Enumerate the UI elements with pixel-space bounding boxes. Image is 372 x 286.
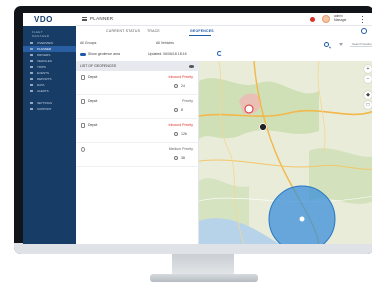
sidebar-item-label: REPORTS: [37, 77, 52, 81]
sidebar-item-alerts[interactable]: ALERTS: [23, 88, 76, 94]
gear-icon[interactable]: [361, 28, 367, 34]
clock-icon: [174, 84, 178, 88]
clock-icon: [174, 108, 178, 112]
geofence-center-marker[interactable]: [299, 216, 305, 222]
zoom-out-icon[interactable]: −: [364, 75, 372, 83]
geofence-name: Depot: [88, 75, 98, 79]
show-geofence-toggle[interactable]: [80, 53, 86, 56]
sidebar-item-label: PLANNER: [37, 47, 52, 51]
geofence-name: Depot: [88, 123, 98, 127]
drivers-icon: [30, 54, 33, 56]
search-input[interactable]: [350, 41, 372, 47]
sidebar-item-label: EVENTS: [37, 71, 50, 75]
geofence-name: Depot: [88, 99, 98, 103]
sidebar-item-label: ALERTS: [37, 89, 49, 93]
tab-bar: CURRENT STATUS TRACE GEOFENCES: [76, 27, 372, 36]
vdo-logo[interactable]: VDO: [23, 13, 76, 26]
geofence-count: 38: [181, 156, 185, 160]
top-bar: VDO PLANNER admin Manager: [23, 13, 372, 26]
sidebar-item-label: TRIPS: [37, 65, 46, 69]
geofence-doc-icon: [81, 99, 85, 104]
tab-current-status[interactable]: CURRENT STATUS: [106, 29, 140, 33]
map-view[interactable]: + − ◆ □: [199, 61, 372, 244]
monitor-stand-base: [150, 274, 258, 282]
geofence-doc-icon: [81, 123, 85, 128]
location-pin-icon[interactable]: [259, 123, 267, 131]
user-avatar[interactable]: [322, 15, 330, 23]
vehicle-marker[interactable]: [244, 104, 254, 114]
search-icon[interactable]: [324, 42, 329, 47]
geofence-doc-icon: [81, 75, 85, 80]
support-icon: [30, 108, 33, 110]
sidebar: FLEET MANAGER OVERVIEW PLANNER DRIVERS V…: [23, 26, 76, 244]
sidebar-brand: FLEET MANAGER: [32, 30, 49, 38]
fullscreen-icon[interactable]: □: [364, 101, 372, 109]
group-select[interactable]: All Groups: [80, 41, 96, 45]
map-canvas: [199, 61, 372, 244]
sidebar-item-label: SETTINGS: [37, 101, 53, 105]
tab-geofences[interactable]: GEOFENCES: [190, 29, 214, 33]
sidebar-item-label: SUPPORT: [37, 107, 52, 111]
geofence-status: Medium Priority: [168, 147, 193, 151]
updated-timestamp: Updated: 06/06/18 18:16: [148, 52, 187, 56]
overview-icon: [30, 42, 33, 44]
sidebar-item-label: DATA: [37, 83, 45, 87]
user-name-line2: Manager: [334, 17, 347, 22]
planner-icon: [30, 48, 33, 50]
reports-icon: [30, 78, 33, 80]
user-name[interactable]: admin Manager: [334, 14, 347, 23]
sidebar-item-label: VEHICLES: [37, 59, 52, 63]
geofence-list-panel: LIST OF GEOFENCES Depot Inbound Priority…: [76, 61, 199, 244]
geofence-row[interactable]: Depot Priority 8: [76, 95, 199, 119]
zoom-in-icon[interactable]: +: [364, 65, 372, 73]
events-icon: [30, 72, 33, 74]
geofence-status: Inbound Priority: [168, 123, 193, 127]
geofence-row[interactable]: Depot Inbound Priority 24: [76, 71, 199, 95]
geofence-circle-icon: [81, 147, 85, 152]
filter-bar: All Groups All Vehicles Show geofence ar…: [76, 38, 372, 60]
sidebar-item-support[interactable]: SUPPORT: [23, 106, 76, 112]
layers-icon[interactable]: ◆: [364, 91, 372, 99]
notification-flag-icon[interactable]: [310, 17, 315, 22]
active-tab-indicator: [189, 35, 211, 36]
show-geofence-label: Show geofence area: [88, 52, 121, 56]
vehicle-select[interactable]: All Vehicles: [156, 41, 174, 45]
geofence-status: Priority: [182, 99, 193, 103]
trips-icon: [30, 66, 33, 68]
filter-icon[interactable]: [339, 43, 343, 47]
alerts-icon: [30, 90, 33, 92]
sidebar-brand-line2: MANAGER: [32, 34, 50, 38]
refresh-icon[interactable]: [217, 51, 222, 56]
data-icon: [30, 84, 33, 86]
monitor-chin: [14, 243, 372, 254]
vehicles-icon: [30, 60, 33, 62]
hamburger-menu-icon[interactable]: [82, 17, 87, 21]
geofence-count: 8: [181, 108, 183, 112]
visibility-eye-icon[interactable]: [189, 65, 194, 68]
geofence-list-header: LIST OF GEOFENCES: [76, 61, 199, 71]
monitor-stand-neck: [172, 254, 234, 276]
settings-icon: [30, 102, 33, 104]
geofence-row[interactable]: Medium Priority 38: [76, 143, 199, 167]
clock-icon: [174, 132, 178, 136]
geofence-list-title: LIST OF GEOFENCES: [80, 64, 117, 68]
geofence-count: 126: [181, 132, 187, 136]
sidebar-item-label: DRIVERS: [37, 53, 51, 57]
more-options-icon[interactable]: [362, 16, 363, 23]
geofence-row[interactable]: Depot Inbound Priority 126: [76, 119, 199, 143]
geofence-count: 24: [181, 84, 185, 88]
tab-trace[interactable]: TRACE: [147, 29, 160, 33]
page-title: PLANNER: [90, 16, 114, 21]
clock-icon: [174, 156, 178, 160]
app-screen: VDO PLANNER admin Manager FLEET MANAGER …: [23, 13, 372, 244]
geofence-status: Inbound Priority: [168, 75, 193, 79]
sidebar-item-label: OVERVIEW: [37, 41, 54, 45]
